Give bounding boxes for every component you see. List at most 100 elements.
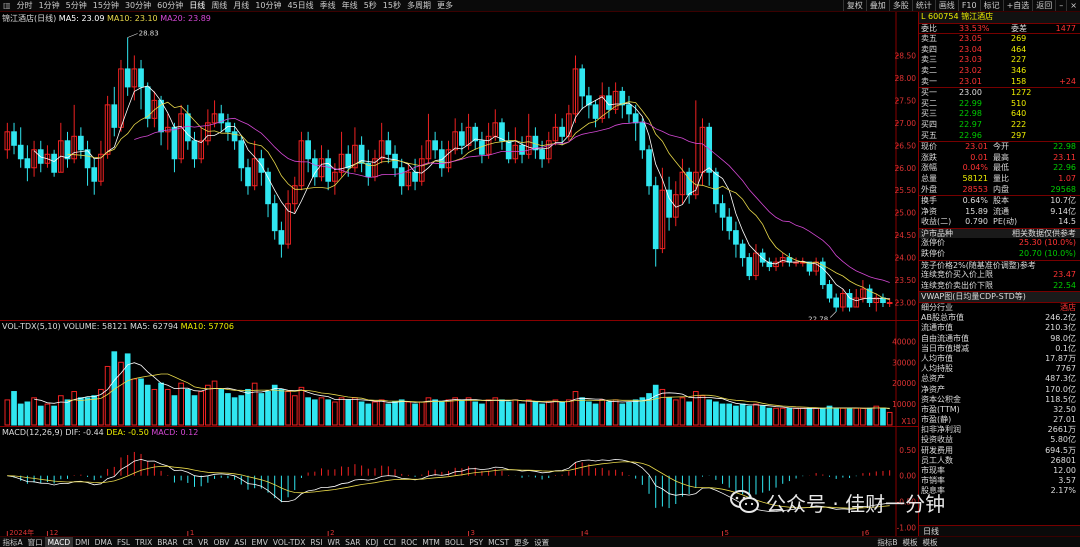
indicator-tab[interactable]: DMI (73, 537, 92, 547)
stat-value: 58121 (962, 173, 988, 183)
candlestick-chart[interactable]: 28.50 28.00 27.50 27.00 26.50 26.00 25.50 25.00… (0, 12, 918, 320)
indicator-tab[interactable]: DMA (92, 537, 114, 547)
indicator-tab[interactable]: OBV (211, 537, 232, 547)
fundamental-row: 市现率 12.00 (919, 466, 1080, 476)
period-tab[interactable]: 60分钟 (154, 0, 186, 11)
period-tab[interactable]: 30分钟 (122, 0, 154, 11)
indicator-tab[interactable]: VOL-TDX (270, 537, 307, 547)
close-icon[interactable]: × (1066, 0, 1080, 11)
volume-bar (398, 399, 405, 426)
period-tabs: 分时 1分钟 5分钟 15分钟 30分钟 60分钟 日线 周线 月线 10分钟 45日线 季线 年线 5秒… (14, 0, 456, 11)
chart-area[interactable]: 锦江酒店(日线) MA5: 23.09 MA10: 23.10 MA20: 23… (0, 12, 918, 536)
stat-row: 外盘 28553 内盘 29568 (919, 185, 1080, 196)
candle-body (505, 140, 512, 160)
period-tab[interactable]: 季线 (317, 0, 339, 11)
indicator-tab[interactable]: 模板 (900, 537, 920, 547)
volume-bar (211, 380, 218, 426)
indicator-tab[interactable]: PSY (467, 537, 486, 547)
volume-bar (37, 405, 44, 426)
volume-bar (178, 382, 184, 426)
auction-sell-label: 连续竞价卖出价下限 (921, 280, 993, 290)
period-tab[interactable]: 1分钟 (36, 0, 63, 11)
volume-bar (445, 399, 452, 426)
indicator-tab[interactable]: CR (180, 537, 195, 547)
indicator-tab[interactable]: 更多 (512, 537, 532, 547)
period-tab[interactable]: 5分钟 (63, 0, 90, 11)
indicator-tab[interactable]: KDJ (363, 537, 381, 547)
vwap-label[interactable]: VWAP图(日均量CDP-STD等) (921, 292, 1026, 303)
tool-button[interactable]: 统计 (911, 0, 935, 11)
indicator-tab[interactable]: TRIX (133, 537, 155, 547)
period-tab[interactable]: 分时 (14, 0, 36, 11)
volume-bar (158, 382, 164, 426)
period-tab[interactable]: 5秒 (361, 0, 380, 11)
candle-body (632, 113, 639, 124)
indicator-tab[interactable]: 指标A (0, 537, 25, 547)
volume-bar (806, 407, 813, 426)
volume-bar (325, 399, 332, 426)
auction-sell-value: 22.54 (1053, 280, 1076, 290)
buy-order-row: 买三 22.98 640 (919, 109, 1080, 120)
stat-value: 14.5 (1058, 217, 1076, 227)
period-tab[interactable]: 10分钟 (252, 0, 284, 11)
indicator-tab[interactable]: 模板 (920, 537, 940, 547)
period-tab[interactable]: 日线 (186, 0, 208, 11)
period-tab[interactable]: 15分钟 (90, 0, 122, 11)
candle-body (191, 140, 198, 160)
period-tab[interactable]: 45日线 (285, 0, 317, 11)
tool-button[interactable]: 多股 (888, 0, 912, 11)
period-tab[interactable]: 15秒 (380, 0, 404, 11)
tool-button[interactable]: F10 (957, 0, 980, 11)
indicator-tab[interactable]: ASI (232, 537, 249, 547)
indicator-tab[interactable]: MACD (45, 537, 73, 547)
menu-icon[interactable]: ▥ (0, 0, 14, 11)
vwap-row[interactable]: VWAP图(日均量CDP-STD等) (919, 291, 1080, 303)
indicator-tab[interactable]: 设置 (532, 537, 552, 547)
tool-button[interactable]: 画线 (934, 0, 958, 11)
price-panel[interactable]: 锦江酒店(日线) MA5: 23.09 MA10: 23.10 MA20: 23… (0, 12, 918, 320)
indicator-tab[interactable]: MTM (420, 537, 443, 547)
period-tab[interactable]: 周线 (208, 0, 230, 11)
stat-row: 收益(二) 0.790 PE(动) 14.5 (919, 217, 1080, 228)
volume-bar (459, 399, 465, 426)
order-label: 买三 (921, 109, 937, 119)
tool-button[interactable]: 复权 (842, 0, 866, 11)
volume-bar (345, 399, 352, 426)
tool-button[interactable]: 叠加 (865, 0, 889, 11)
indicator-tab[interactable]: BOLL (442, 537, 466, 547)
indicator-tab[interactable]: ROC (399, 537, 420, 547)
indicator-tab[interactable]: BRAR (155, 537, 180, 547)
indicator-tab[interactable]: 窗口 (25, 537, 45, 547)
volume-bar (699, 395, 706, 426)
x-tick-label: 12 (49, 529, 58, 536)
fundamental-label: 流通市值 (921, 323, 953, 333)
indicator-tab[interactable]: VR (196, 537, 211, 547)
vol-tick-label: 40000 (892, 337, 916, 346)
indicator-tab[interactable]: FSL (114, 537, 132, 547)
indicator-tab[interactable]: WR (325, 537, 343, 547)
volume-chart[interactable]: 40000 30000 20000 10000 X10 (0, 321, 918, 426)
volume-panel[interactable]: VOL-TDX(5,10) VOLUME: 58121 MA5: 62794 M… (0, 321, 918, 426)
volume-bar (592, 403, 599, 426)
indicator-tab[interactable]: 指标B (875, 537, 900, 547)
indicator-tab[interactable]: EMV (249, 537, 270, 547)
limit-up-row: 涨停价 25.30 (10.0%) (919, 238, 1080, 249)
minimize-icon[interactable]: – (1055, 0, 1066, 11)
tool-button[interactable]: 返回 (1032, 0, 1055, 11)
candle-body (305, 140, 311, 160)
volume-bar (880, 407, 886, 426)
fundamental-label: 净资产 (921, 384, 945, 394)
indicator-tab[interactable]: RSI (308, 537, 325, 547)
stat-label: 现价 (921, 142, 937, 152)
tool-button[interactable]: 标记 (979, 0, 1003, 11)
period-tab[interactable]: 多周期 (404, 0, 434, 11)
candle-body (459, 131, 465, 146)
tool-button[interactable]: +自选 (1002, 0, 1033, 11)
candle-body (826, 284, 833, 299)
indicator-tab[interactable]: CCI (381, 537, 399, 547)
period-tab[interactable]: 月线 (230, 0, 252, 11)
indicator-tab[interactable]: SAR (343, 537, 363, 547)
period-tab[interactable]: 更多 (434, 0, 456, 11)
indicator-tab[interactable]: MCST (486, 537, 512, 547)
period-tab[interactable]: 年线 (339, 0, 361, 11)
